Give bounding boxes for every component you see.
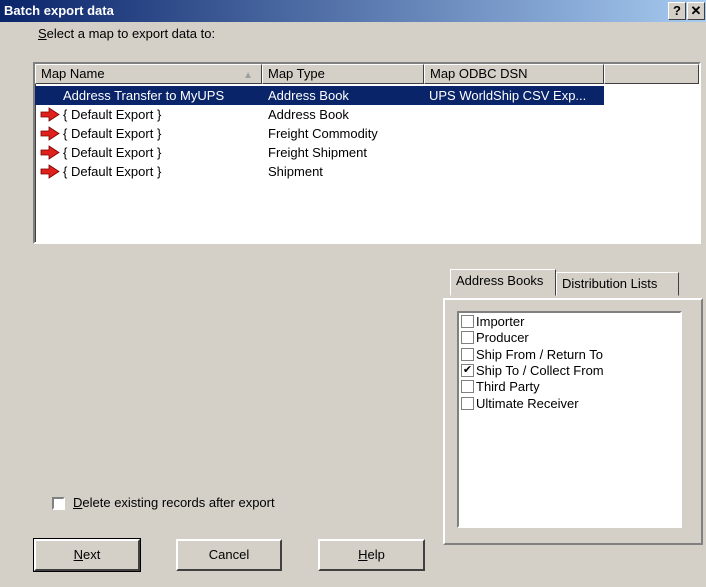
help-button-accesskey: H bbox=[358, 547, 368, 562]
title-bar: Batch export data ? ✕ bbox=[0, 0, 706, 22]
map-name-cell: Address Transfer to MyUPS bbox=[35, 86, 262, 105]
next-button[interactable]: Next bbox=[33, 538, 141, 572]
map-dsn-cell: UPS WorldShip CSV Exp... bbox=[424, 86, 604, 105]
map-type-cell: Address Book bbox=[268, 107, 349, 122]
window-title: Batch export data bbox=[4, 3, 114, 18]
map-dsn-cell bbox=[424, 143, 604, 162]
checklist-item[interactable]: Importer bbox=[461, 314, 524, 330]
delete-existing-records-option[interactable]: Delete existing records after export bbox=[52, 495, 275, 511]
select-label-text: elect a map to export data to: bbox=[46, 26, 216, 41]
map-dsn-cell bbox=[424, 162, 604, 181]
map-type-cell: Freight Commodity bbox=[268, 126, 378, 141]
tab-address-books[interactable]: Address Books bbox=[450, 269, 556, 296]
map-name-cell: { Default Export } bbox=[63, 126, 162, 141]
help-button[interactable]: Help bbox=[318, 539, 425, 571]
column-header-map-odbc-dsn[interactable]: Map ODBC DSN bbox=[424, 64, 604, 84]
select-label-accesskey: S bbox=[38, 26, 47, 41]
checklist-item-label: Importer bbox=[476, 314, 525, 329]
unchecked-checkbox[interactable] bbox=[461, 347, 474, 361]
tab-distribution-lists[interactable]: Distribution Lists bbox=[556, 272, 679, 296]
help-button-label: elp bbox=[367, 547, 385, 562]
close-title-button[interactable]: ✕ bbox=[687, 2, 705, 20]
map-row[interactable]: { Default Export } Shipment bbox=[35, 162, 699, 181]
map-type-cell: Address Book bbox=[262, 86, 424, 105]
unchecked-checkbox[interactable] bbox=[461, 396, 474, 410]
checklist-item[interactable]: Ultimate Receiver bbox=[461, 396, 579, 412]
unchecked-checkbox[interactable] bbox=[461, 380, 474, 394]
next-button-accesskey: N bbox=[73, 547, 84, 562]
unchecked-checkbox[interactable] bbox=[461, 315, 474, 329]
map-type-cell: Shipment bbox=[268, 164, 323, 179]
address-book-checklist[interactable]: Importer Producer Ship From / Return To ✔ Sh… bbox=[457, 311, 682, 528]
help-title-button[interactable]: ? bbox=[668, 2, 686, 20]
select-map-label: Select a map to export data to: bbox=[38, 26, 215, 41]
map-row[interactable]: { Default Export } Freight Commodity bbox=[35, 124, 699, 143]
checklist-item-label: Producer bbox=[476, 330, 529, 346]
delete-option-accesskey: D bbox=[73, 495, 83, 510]
column-header-map-name[interactable]: Map Name ▲ bbox=[35, 64, 262, 84]
checklist-item[interactable]: ✔ Ship To / Collect From bbox=[461, 363, 604, 379]
checklist-item-label: Ultimate Receiver bbox=[476, 395, 579, 411]
map-name-cell: { Default Export } bbox=[63, 164, 162, 179]
cancel-button[interactable]: Cancel bbox=[176, 539, 282, 571]
map-row[interactable]: Address Transfer to MyUPS Address Book UPS… bbox=[35, 86, 699, 105]
column-header-map-name-label: Map Name bbox=[41, 66, 105, 81]
checklist-item-label: Third Party bbox=[476, 379, 540, 395]
map-listview[interactable]: Map Name ▲ Map Type Map ODBC DSN Address… bbox=[33, 62, 701, 244]
checklist-item[interactable]: Third Party bbox=[461, 379, 540, 395]
column-header-map-type[interactable]: Map Type bbox=[262, 64, 424, 84]
listview-header: Map Name ▲ Map Type Map ODBC DSN bbox=[35, 64, 699, 84]
unchecked-checkbox[interactable] bbox=[461, 331, 474, 345]
checked-checkbox[interactable]: ✔ bbox=[461, 363, 474, 377]
checklist-item[interactable]: Ship From / Return To bbox=[461, 347, 603, 363]
checklist-item-label: Ship From / Return To bbox=[476, 346, 603, 362]
map-row[interactable]: { Default Export } Freight Shipment bbox=[35, 143, 699, 162]
delete-existing-records-checkbox[interactable] bbox=[52, 497, 65, 511]
map-name-cell: { Default Export } bbox=[63, 145, 162, 160]
sort-ascending-icon: ▲ bbox=[243, 70, 253, 81]
delete-option-label: elete existing records after export bbox=[82, 495, 275, 510]
map-dsn-cell bbox=[424, 124, 604, 143]
next-button-label: ext bbox=[83, 547, 101, 562]
map-dsn-cell bbox=[424, 105, 604, 124]
checklist-item-label: Ship To / Collect From bbox=[476, 362, 604, 378]
map-name-cell: { Default Export } bbox=[63, 107, 162, 122]
map-type-cell: Freight Shipment bbox=[268, 145, 367, 160]
map-row[interactable]: { Default Export } Address Book bbox=[35, 105, 699, 124]
checklist-item[interactable]: Producer bbox=[461, 330, 529, 346]
column-header-empty[interactable] bbox=[604, 64, 699, 84]
